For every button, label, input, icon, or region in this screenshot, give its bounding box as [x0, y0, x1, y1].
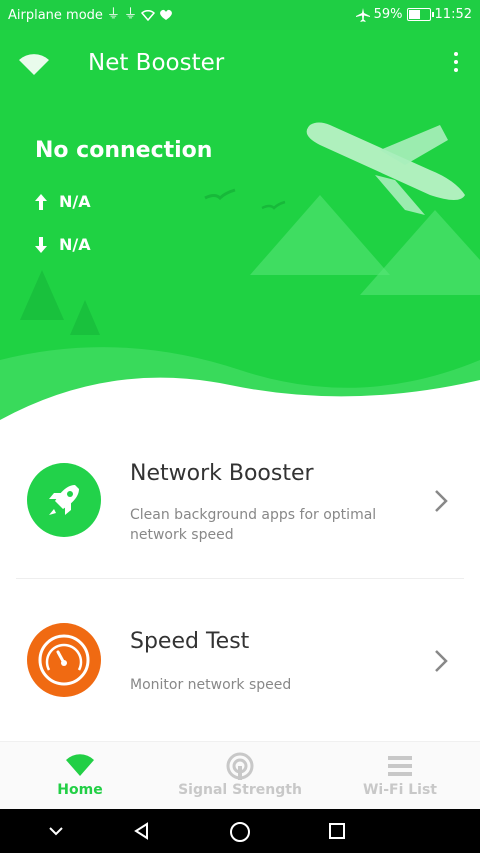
tab-home[interactable]: Home: [0, 742, 160, 810]
network-booster-row[interactable]: Network Booster Clean background apps fo…: [0, 425, 480, 575]
tab-wifi-list[interactable]: Wi-Fi List: [320, 742, 480, 810]
network-booster-description: Clean background apps for optimal networ…: [130, 507, 377, 543]
more-vert-icon[interactable]: [454, 52, 460, 76]
hero-banner: Net Booster No connection N/A N/A: [0, 30, 480, 425]
battery-percent: 59%: [373, 7, 403, 22]
wifi-icon: [140, 9, 155, 21]
tab-home-label: Home: [57, 782, 103, 798]
chevron-down-icon[interactable]: [46, 821, 66, 841]
rocket-icon: [49, 485, 79, 515]
airplane-mode-label: Airplane mode: [8, 7, 103, 23]
arrow-up-icon: [35, 193, 47, 210]
back-icon[interactable]: [132, 821, 152, 841]
home-circle-icon[interactable]: [229, 821, 251, 843]
speedometer-icon: [38, 634, 90, 686]
signal-icon: [226, 752, 254, 780]
status-bar: Airplane mode ⏚ ⏚ 59% 11:52: [0, 0, 480, 30]
usb-icon: ⏚: [123, 7, 137, 22]
speed-test-title: Speed Test: [130, 629, 250, 654]
system-navigation-bar: [0, 809, 480, 853]
hero-illustration: [0, 122, 480, 425]
wifi-logo-icon: [19, 54, 49, 75]
tab-signal-strength-label: Signal Strength: [178, 782, 302, 798]
airplane-illustration: [306, 122, 465, 215]
chevron-right-icon: [435, 490, 448, 512]
chevron-right-icon: [435, 650, 448, 672]
battery-icon: [406, 8, 434, 21]
tab-signal-strength[interactable]: Signal Strength: [160, 742, 320, 810]
app-title: Net Booster: [88, 50, 225, 76]
connection-status: No connection: [35, 138, 213, 163]
list-icon: [388, 756, 412, 776]
bottom-navigation: Home Signal Strength Wi-Fi List: [0, 741, 480, 810]
network-booster-badge: [27, 463, 101, 537]
tab-wifi-list-label: Wi-Fi List: [362, 782, 438, 798]
speed-test-row[interactable]: Speed Test Monitor network speed: [0, 585, 480, 735]
speed-test-description: Monitor network speed: [130, 677, 292, 693]
clock: 11:52: [434, 7, 472, 22]
recents-icon[interactable]: [327, 821, 347, 841]
usb-icon: ⏚: [106, 7, 120, 22]
arrow-down-icon: [35, 236, 47, 253]
speed-test-badge: [27, 623, 101, 697]
wifi-icon: [66, 754, 94, 776]
download-value: N/A: [59, 235, 91, 254]
download-rate: N/A: [35, 235, 91, 254]
airplane-icon: [355, 7, 370, 22]
network-booster-title: Network Booster: [130, 461, 314, 486]
row-divider: [16, 578, 464, 579]
upload-rate: N/A: [35, 192, 91, 211]
heart-icon: [160, 9, 172, 20]
upload-value: N/A: [59, 192, 91, 211]
